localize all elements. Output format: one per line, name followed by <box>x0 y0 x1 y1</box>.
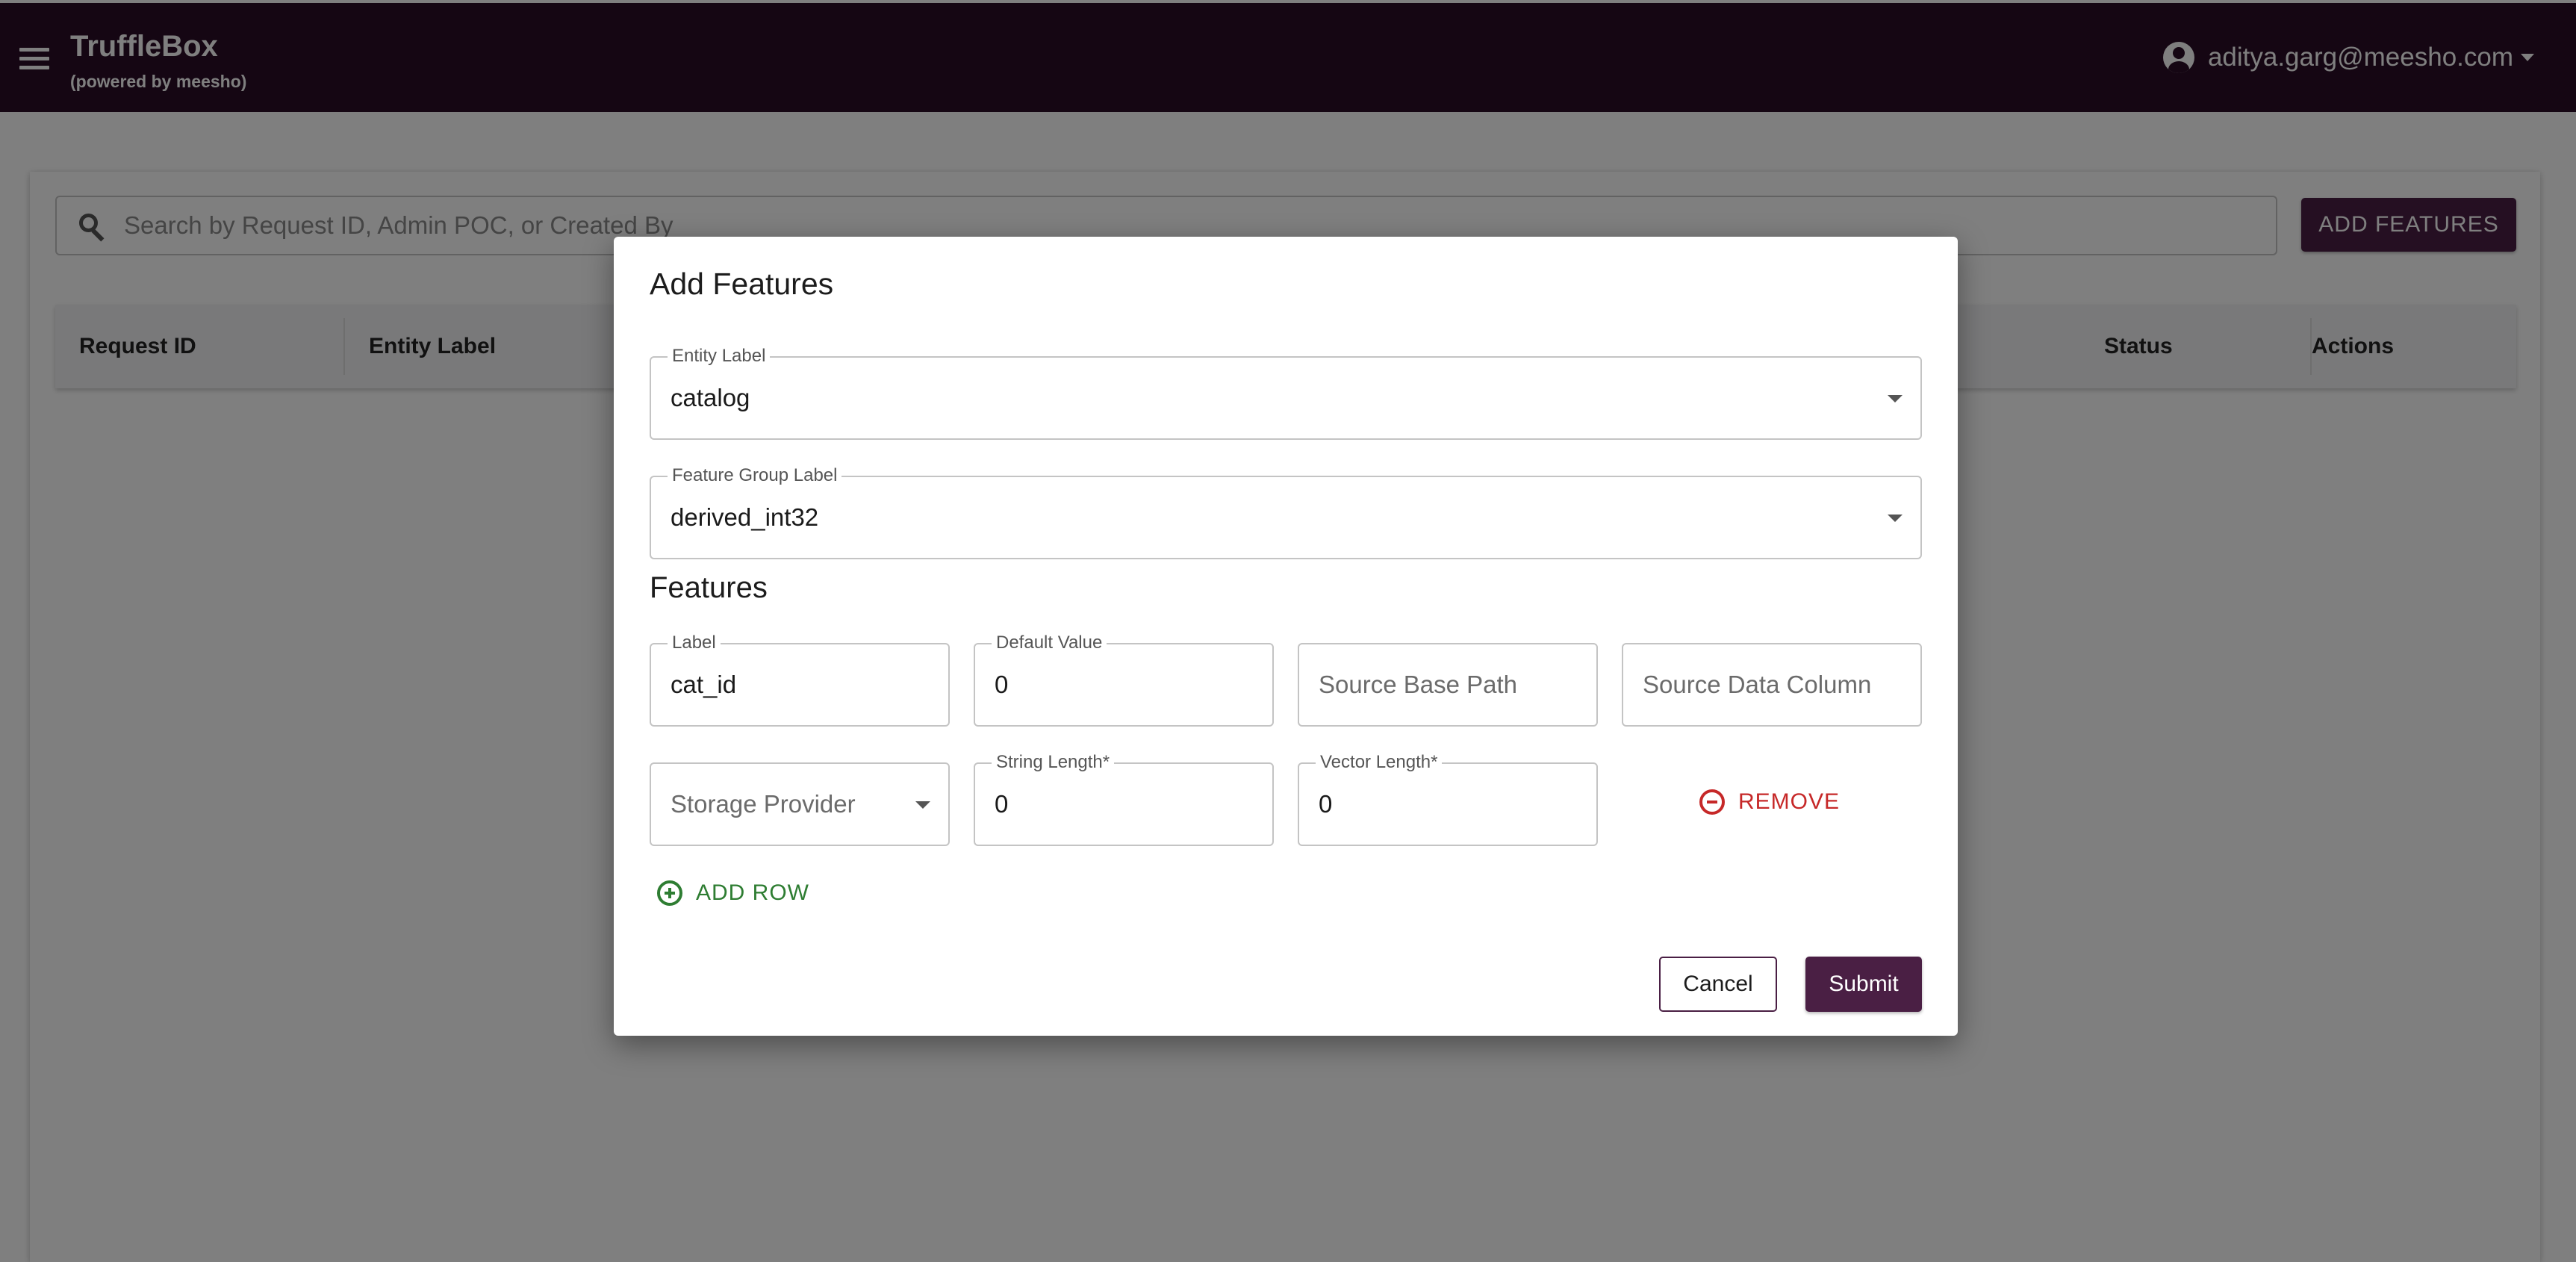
vector-length-label: Vector Length* <box>1316 752 1443 773</box>
add-row-label: ADD ROW <box>696 880 809 905</box>
string-length-label: String Length* <box>992 752 1115 773</box>
entity-label-select[interactable]: Entity Label catalog <box>650 346 1922 440</box>
source-data-column-input[interactable]: Source Data Column <box>1622 643 1922 727</box>
feature-label-value: cat_id <box>671 671 737 698</box>
source-base-path-placeholder: Source Base Path <box>1319 671 1517 698</box>
source-data-column-placeholder: Source Data Column <box>1643 671 1872 698</box>
feature-group-label-select[interactable]: Feature Group Label derived_int32 <box>650 465 1922 559</box>
cancel-button[interactable]: Cancel <box>1659 957 1777 1012</box>
add-circle-icon <box>657 880 682 906</box>
dropdown-arrow-icon <box>1888 395 1903 402</box>
submit-button[interactable]: Submit <box>1805 957 1922 1012</box>
storage-provider-placeholder: Storage Provider <box>671 790 856 818</box>
default-value-label: Default Value <box>992 632 1107 653</box>
add-features-dialog: Add Features Entity Label catalog Featur… <box>614 237 1958 1036</box>
dialog-title: Add Features <box>650 267 834 301</box>
default-value-value: 0 <box>995 671 1009 698</box>
string-length-input[interactable]: String Length* 0 <box>974 752 1274 846</box>
default-value-input[interactable]: Default Value 0 <box>974 632 1274 727</box>
required-mark: * <box>1431 752 1438 772</box>
remove-row-button[interactable]: REMOVE <box>1699 789 1840 815</box>
entity-label-value: catalog <box>671 384 750 411</box>
storage-provider-select[interactable]: Storage Provider <box>650 762 950 846</box>
feature-group-label-value: derived_int32 <box>671 503 819 531</box>
source-base-path-input[interactable]: Source Base Path <box>1298 643 1598 727</box>
dropdown-arrow-icon <box>915 801 930 809</box>
vector-length-value: 0 <box>1319 790 1333 818</box>
features-section-title: Features <box>650 571 768 604</box>
feature-label-input[interactable]: Label cat_id <box>650 632 950 727</box>
add-row-button[interactable]: ADD ROW <box>657 880 809 906</box>
required-mark: * <box>1102 752 1110 772</box>
dropdown-arrow-icon <box>1888 515 1903 522</box>
string-length-value: 0 <box>995 790 1009 818</box>
remove-row-label: REMOVE <box>1738 789 1841 814</box>
remove-circle-icon <box>1699 789 1725 815</box>
vector-length-input[interactable]: Vector Length* 0 <box>1298 752 1598 846</box>
